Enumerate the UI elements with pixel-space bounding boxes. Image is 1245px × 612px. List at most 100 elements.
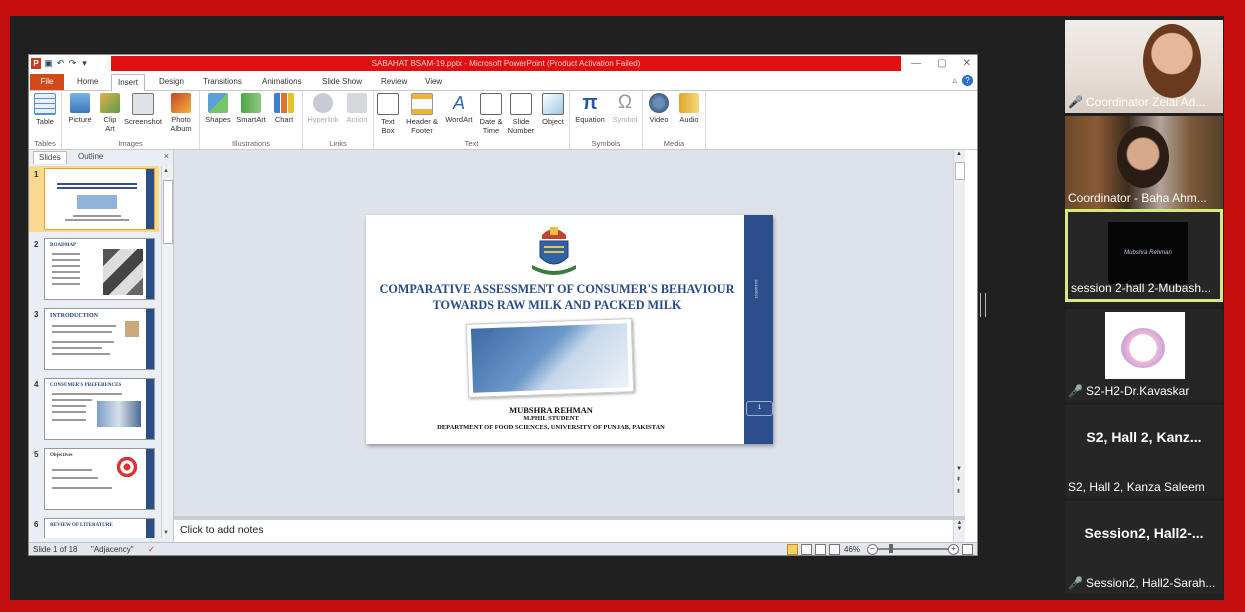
scroll-up-icon[interactable]: ▲: [163, 168, 169, 174]
scroll-down-icon[interactable]: ▼: [956, 466, 962, 472]
zoom-out-icon[interactable]: −: [867, 544, 878, 555]
smartart-button[interactable]: SmartArt: [234, 93, 268, 124]
minimize-button[interactable]: —: [911, 55, 921, 72]
text-box-button[interactable]: Text Box: [377, 93, 399, 135]
screenshot-button[interactable]: Screenshot: [123, 93, 163, 126]
scroll-down-icon[interactable]: ▼: [163, 530, 169, 536]
thumbnail-list: 1 2 ROADMAP 3 INTRODUCTION 4 CONSUMER'S …: [29, 166, 159, 538]
scroll-thumb[interactable]: [955, 162, 965, 180]
picture-icon: [70, 93, 90, 113]
thumb-accent-bar: [146, 169, 154, 229]
slide-number-button[interactable]: Slide Number: [505, 93, 537, 135]
participant-tile-1[interactable]: 🎤 Coordinator Zelal Ad...: [1065, 20, 1223, 113]
help-icon[interactable]: ?: [962, 75, 973, 86]
zoom-level[interactable]: 46%: [844, 543, 860, 555]
normal-view-icon[interactable]: [787, 544, 798, 555]
redo-icon[interactable]: ↷: [68, 58, 77, 69]
participant-tile-4[interactable]: 🎤 S2-H2-Dr.Kavaskar: [1065, 309, 1223, 402]
object-button[interactable]: Object: [539, 93, 567, 126]
milk-bottle-image: [470, 323, 630, 393]
object-label: Object: [542, 117, 564, 126]
participant-tile-3[interactable]: Mubshra Rehman session 2-hall 2-Mubash..…: [1065, 209, 1223, 302]
ribbon-collapse-icon[interactable]: ▵: [952, 75, 957, 86]
action-icon: [347, 93, 367, 113]
table-button[interactable]: Table: [32, 93, 58, 126]
participant-name: session 2-hall 2-Mubash...: [1071, 281, 1212, 295]
participant-tile-2[interactable]: Coordinator - Baha Ahm...: [1065, 116, 1223, 209]
fit-slide-icon[interactable]: [962, 544, 973, 555]
tab-design[interactable]: Design: [153, 74, 190, 90]
tab-outline[interactable]: Outline: [73, 151, 108, 163]
group-label: Tables: [34, 139, 56, 148]
tab-animations[interactable]: Animations: [256, 74, 308, 90]
header-footer-button[interactable]: Header & Footer: [403, 93, 441, 135]
next-slide-icon[interactable]: ⇟: [956, 488, 961, 495]
tab-transitions[interactable]: Transitions: [197, 74, 248, 90]
zoom-in-icon[interactable]: +: [948, 544, 959, 555]
maximize-button[interactable]: ▢: [937, 55, 946, 72]
symbol-button[interactable]: Ω Symbol: [610, 93, 640, 125]
thumbnail-slide-4[interactable]: 4 CONSUMER'S PREFERENCES: [29, 376, 159, 442]
thumbnail-slide-6[interactable]: 6 REVIEW OF LITERATURE: [29, 516, 159, 538]
previous-slide-icon[interactable]: ⇞: [956, 476, 961, 483]
tab-view[interactable]: View: [419, 74, 448, 90]
video-label: Video: [649, 115, 669, 124]
wordart-button[interactable]: A WordArt: [442, 93, 476, 124]
current-slide[interactable]: 11/14/2021 1 COMPARATIVE ASSESSMENT OF C…: [366, 215, 773, 444]
notes-scrollbar[interactable]: ▲ ▼: [953, 520, 965, 542]
spellcheck-icon[interactable]: ✓: [148, 543, 155, 555]
slide-number-label: Slide Number: [507, 117, 535, 135]
slide-editor: 11/14/2021 1 COMPARATIVE ASSESSMENT OF C…: [174, 150, 965, 516]
equation-button[interactable]: π Equation: [572, 93, 608, 124]
thumbnail-image: REVIEW OF LITERATURE: [44, 518, 155, 538]
close-button[interactable]: ✕: [963, 55, 971, 72]
date-time-button[interactable]: Date & Time: [477, 93, 505, 135]
save-icon[interactable]: ▣: [44, 58, 53, 69]
thumbnail-slide-5[interactable]: 5 Objectives: [29, 446, 159, 512]
thumbnail-slide-1[interactable]: 1: [29, 166, 159, 232]
video-button[interactable]: Video: [645, 93, 673, 124]
participant-tile-5[interactable]: S2, Hall 2, Kanz... S2, Hall 2, Kanza Sa…: [1065, 405, 1223, 498]
powerpoint-app-icon[interactable]: P: [31, 58, 41, 69]
group-label: Symbols: [591, 139, 621, 148]
close-icon[interactable]: ×: [164, 151, 169, 161]
presenter-role: M.PHIL STUDENT: [523, 415, 579, 422]
unicorn-avatar: [1105, 312, 1185, 379]
scroll-thumb[interactable]: [163, 180, 173, 244]
participant-tile-6[interactable]: Session2, Hall2-... 🎤 Session2, Hall2-Sar…: [1065, 501, 1223, 594]
smartart-label: SmartArt: [236, 115, 266, 124]
tab-insert[interactable]: Insert: [111, 74, 146, 92]
shapes-button[interactable]: Shapes: [204, 93, 232, 124]
tab-review[interactable]: Review: [375, 74, 413, 90]
slide-sorter-icon[interactable]: [801, 544, 812, 555]
tab-slide-show[interactable]: Slide Show: [316, 74, 368, 90]
tab-slides[interactable]: Slides: [33, 151, 67, 164]
group-images: Picture Clip Art Screenshot Photo Album …: [62, 91, 200, 149]
thumb-number: 1: [34, 170, 39, 179]
thumbnail-slide-2[interactable]: 2 ROADMAP: [29, 236, 159, 302]
reading-view-icon[interactable]: [815, 544, 826, 555]
action-button[interactable]: Action: [343, 93, 371, 124]
layout-splitter-handle[interactable]: [980, 293, 986, 317]
photo-album-button[interactable]: Photo Album: [165, 93, 197, 133]
thumbnail-scrollbar[interactable]: ▲ ▼: [161, 166, 173, 538]
tab-home[interactable]: Home: [71, 74, 104, 90]
thumbnail-slide-3[interactable]: 3 INTRODUCTION: [29, 306, 159, 372]
tab-file[interactable]: File: [30, 74, 64, 90]
slideshow-icon[interactable]: [829, 544, 840, 555]
picture-button[interactable]: Picture: [66, 93, 94, 124]
scroll-up-icon[interactable]: ▲: [956, 151, 962, 157]
group-label: Media: [663, 139, 685, 148]
notes-pane[interactable]: Click to add notes ▲ ▼: [174, 520, 965, 542]
clip-art-button[interactable]: Clip Art: [98, 93, 122, 133]
zoom-slider-handle[interactable]: [889, 544, 893, 553]
chart-button[interactable]: Chart: [270, 93, 298, 124]
hyperlink-button[interactable]: Hyperlink: [305, 93, 341, 124]
editor-scrollbar[interactable]: ▲ ▼ ⇞ ⇟: [953, 150, 965, 516]
undo-icon[interactable]: ↶: [56, 58, 65, 69]
zoom-slider[interactable]: [869, 548, 959, 550]
customize-qat-icon[interactable]: ▾: [80, 58, 89, 69]
slide-accent-bar: 11/14/2021 1: [744, 215, 773, 444]
audio-button[interactable]: Audio: [675, 93, 703, 124]
participant-name: S2, Hall 2, Kanza Saleem: [1068, 480, 1205, 494]
